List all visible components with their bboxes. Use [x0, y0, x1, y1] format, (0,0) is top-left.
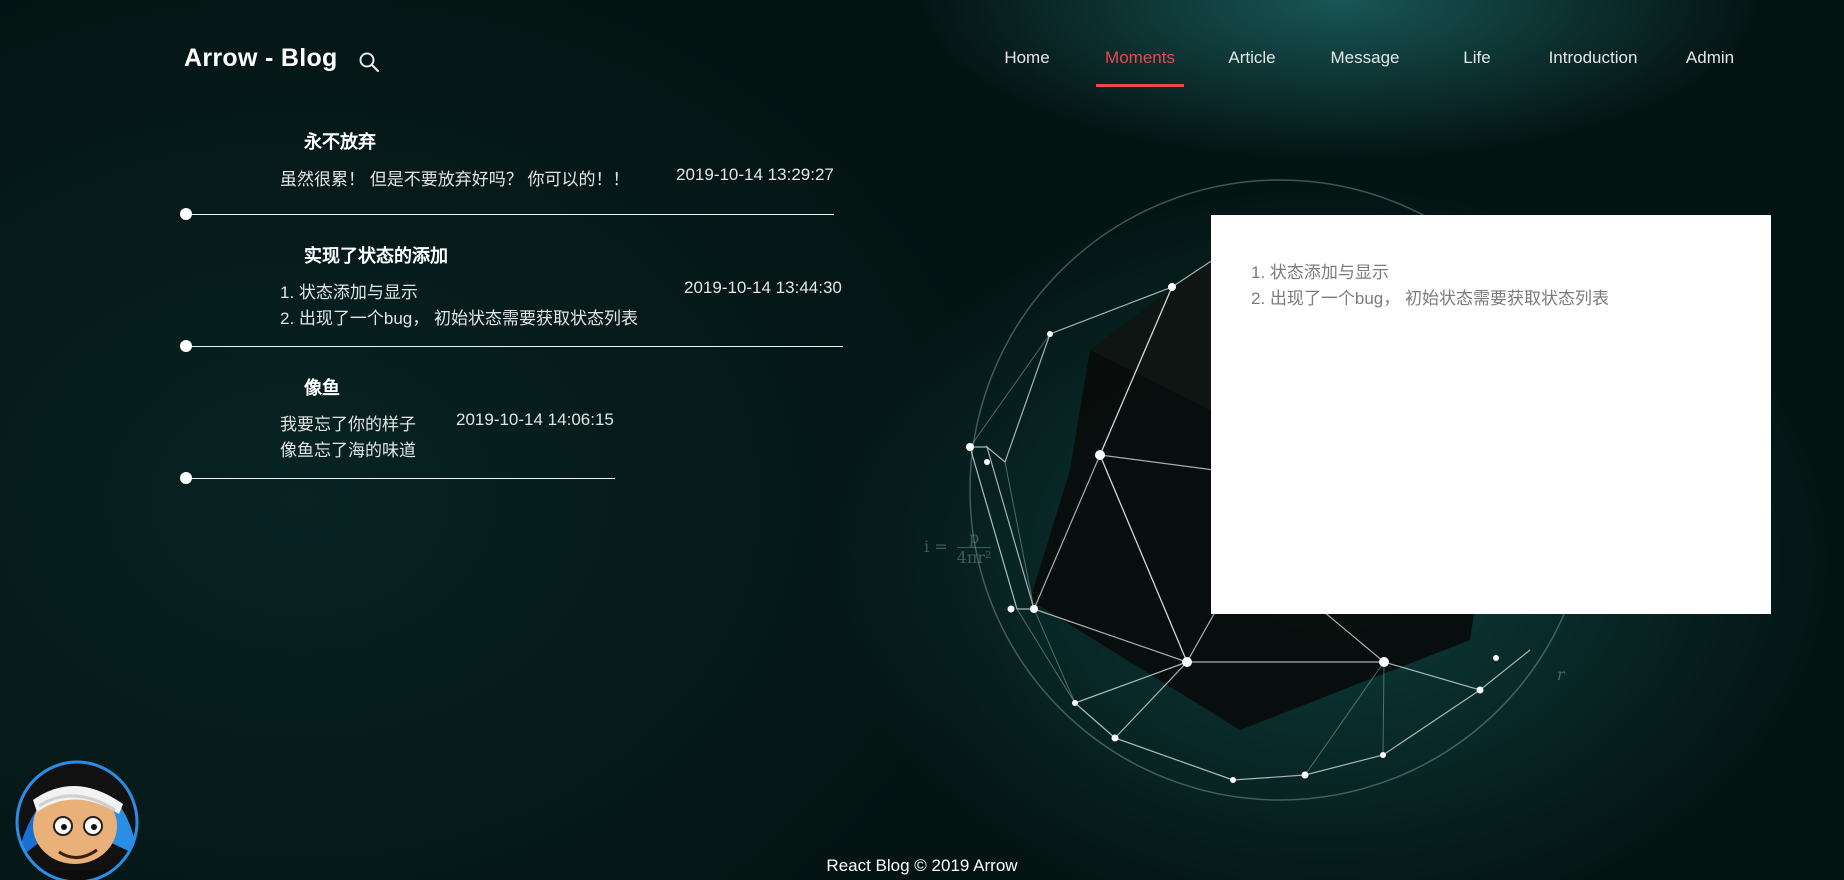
moment-time: 2019-10-14 14:06:15 — [456, 410, 614, 429]
moment-time: 2019-10-14 13:29:27 — [676, 165, 834, 184]
timeline-dot[interactable] — [180, 340, 192, 352]
detail-line: 1. 状态添加与显示 — [1251, 263, 1389, 282]
nav-home[interactable]: Home — [1004, 48, 1049, 68]
timeline-dot[interactable] — [180, 208, 192, 220]
formula-numerator: p — [956, 528, 992, 548]
main-nav: Home Moments Article Message Life Introd… — [0, 48, 1844, 88]
nav-introduction[interactable]: Introduction — [1549, 48, 1638, 68]
formula-denominator: 4πr² — [956, 548, 992, 567]
moment-title: 实现了状态的添加 — [304, 246, 448, 266]
moment-text: 2. 出现了一个bug， 初始状态需要获取状态列表 — [280, 309, 638, 328]
nav-active-indicator — [1096, 84, 1184, 87]
background-formula: i = p 4πr² — [924, 528, 992, 567]
nav-admin[interactable]: Admin — [1686, 48, 1734, 68]
footer-copyright: React Blog © 2019 Arrow — [826, 856, 1018, 875]
moment-text: 我要忘了你的样子 — [280, 415, 416, 434]
timeline-dot[interactable] — [180, 472, 192, 484]
moment-detail-panel: 1. 状态添加与显示 2. 出现了一个bug， 初始状态需要获取状态列表 — [1211, 215, 1771, 614]
moment-title: 像鱼 — [304, 378, 340, 398]
nav-moments[interactable]: Moments — [1105, 48, 1175, 68]
nav-article[interactable]: Article — [1228, 48, 1275, 68]
timeline-rule — [186, 346, 843, 347]
moment-title: 永不放弃 — [304, 132, 376, 152]
detail-line: 2. 出现了一个bug， 初始状态需要获取状态列表 — [1251, 289, 1609, 308]
timeline-rule — [186, 478, 615, 479]
moment-text: 虽然很累！ 但是不要放弃好吗？ 你可以的！！ — [280, 170, 630, 189]
nav-message[interactable]: Message — [1331, 48, 1400, 68]
moment-text: 1. 状态添加与显示 — [280, 283, 418, 302]
timeline-rule — [186, 214, 834, 215]
moment-time: 2019-10-14 13:44:30 — [684, 278, 842, 297]
background-formula-r: r — [1557, 665, 1565, 684]
nav-life[interactable]: Life — [1463, 48, 1490, 68]
moment-text: 像鱼忘了海的味道 — [280, 441, 416, 460]
formula-lhs: i = — [924, 537, 948, 556]
